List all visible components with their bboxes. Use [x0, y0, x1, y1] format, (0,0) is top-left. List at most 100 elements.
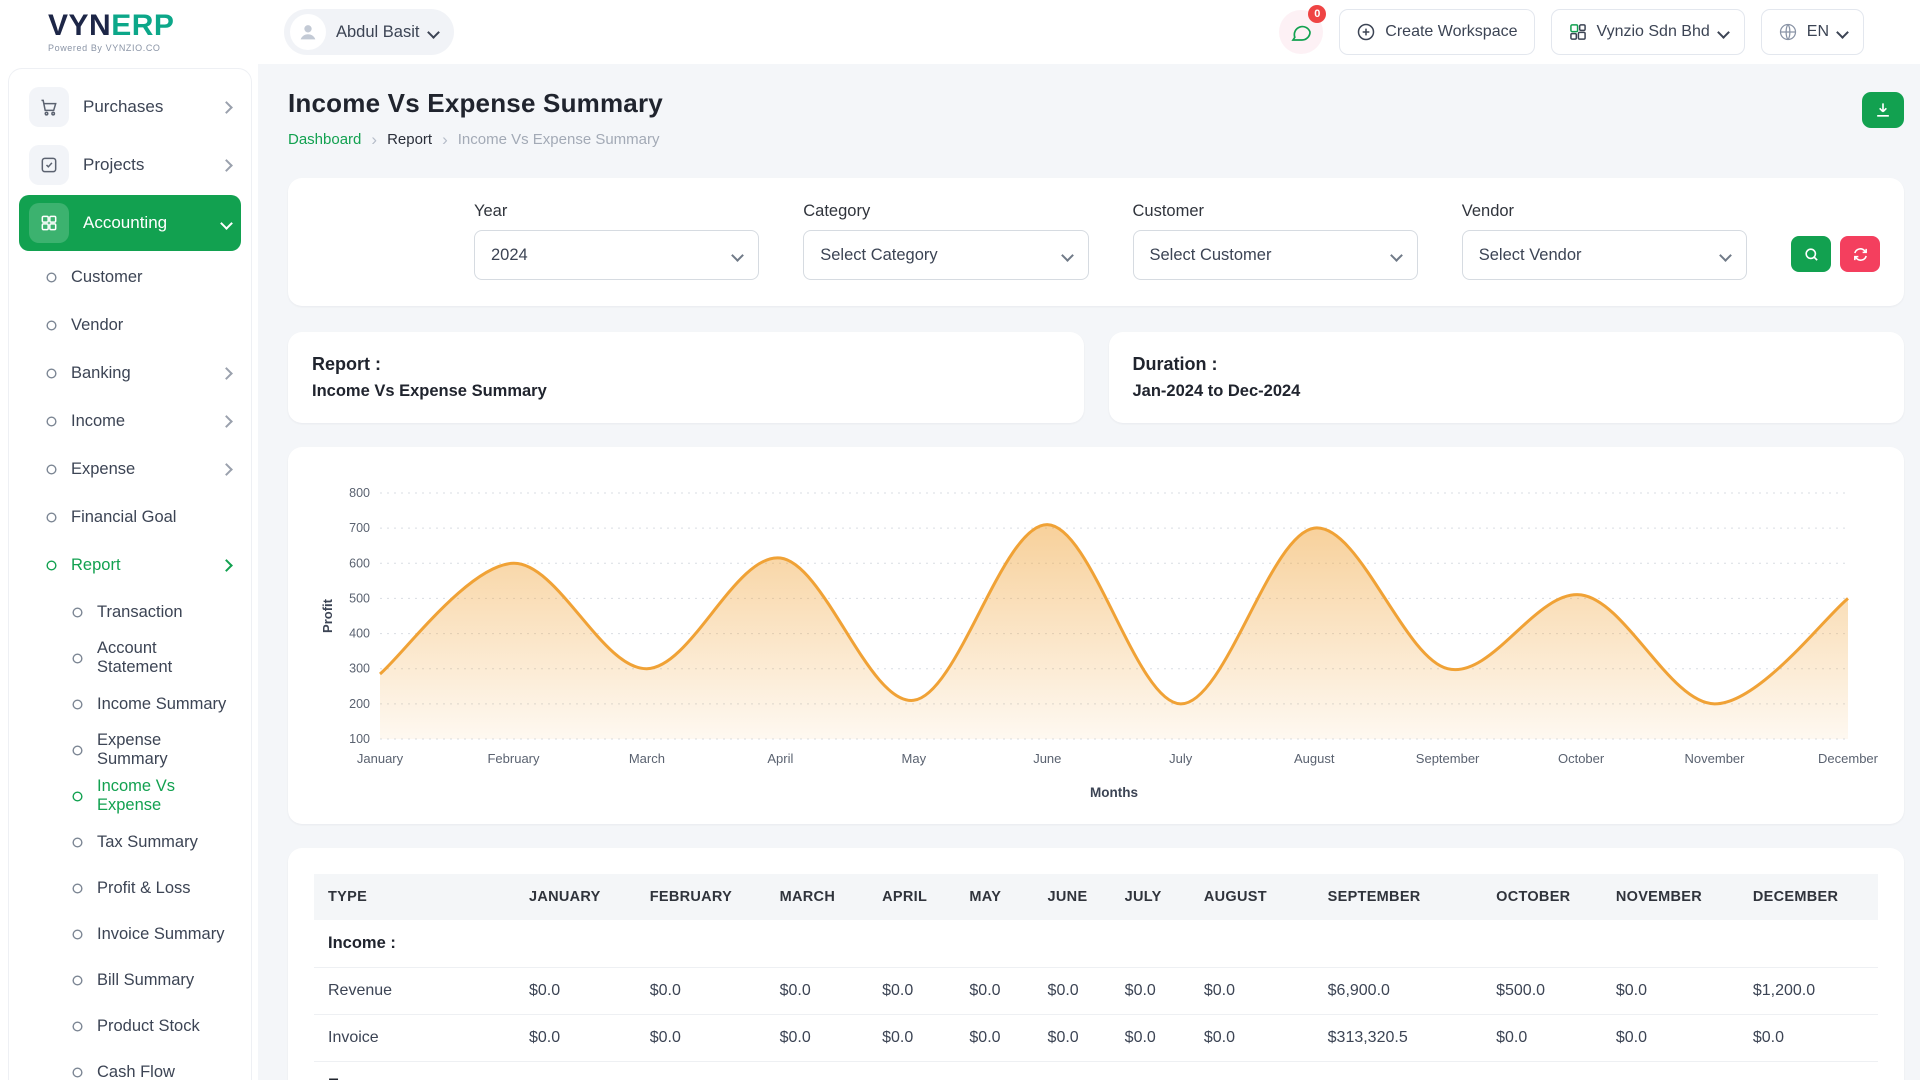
- svg-text:June: June: [1033, 751, 1061, 766]
- table-cell: $6,900.0: [1313, 967, 1483, 1015]
- circle-icon: [45, 511, 58, 524]
- brand-logo[interactable]: VYNERP Powered By VYNZIO.CO: [0, 11, 258, 54]
- circle-icon: [45, 367, 58, 380]
- sidebar-item-vendor[interactable]: Vendor: [15, 301, 245, 349]
- svg-text:April: April: [767, 751, 793, 766]
- svg-text:December: December: [1818, 751, 1878, 766]
- filter-year: Year 2024: [474, 202, 760, 280]
- workspace-grid-icon: [1569, 24, 1586, 40]
- table-header-row: TYPE JANUARY FEBRUARY MARCH APRIL MAY JUNE JULY…: [314, 874, 1878, 920]
- svg-text:700: 700: [349, 521, 370, 535]
- svg-text:July: July: [1169, 751, 1193, 766]
- duration-info-card: Duration : Jan-2024 to Dec-2024: [1108, 332, 1904, 423]
- customer-select[interactable]: Select Customer: [1132, 230, 1418, 280]
- create-workspace-button[interactable]: Create Workspace: [1339, 9, 1535, 55]
- svg-text:November: November: [1685, 751, 1746, 766]
- svg-text:400: 400: [349, 627, 370, 641]
- reset-button[interactable]: [1840, 236, 1880, 272]
- circle-icon: [71, 836, 84, 849]
- chevron-down-icon: [1719, 248, 1732, 262]
- sidebar-item-expense-summary[interactable]: Expense Summary: [15, 727, 245, 773]
- chat-button[interactable]: 0: [1279, 5, 1327, 54]
- breadcrumb-item[interactable]: Report: [387, 131, 432, 148]
- table-cell: $0.0: [765, 1014, 869, 1062]
- sidebar-item-income[interactable]: Income: [15, 397, 245, 445]
- sidebar-item-label: Income: [71, 411, 126, 430]
- search-button[interactable]: [1791, 236, 1831, 272]
- circle-icon: [71, 974, 84, 987]
- circle-icon: [71, 790, 84, 803]
- chart-ylabel: Profit: [320, 598, 335, 633]
- year-select[interactable]: 2024: [474, 230, 760, 280]
- sidebar-item-purchases[interactable]: Purchases: [19, 79, 241, 135]
- sidebar-item-label: Vendor: [71, 315, 124, 334]
- sidebar-item-cash-flow[interactable]: Cash Flow: [15, 1049, 245, 1080]
- svg-text:February: February: [487, 751, 540, 766]
- svg-text:600: 600: [349, 556, 370, 570]
- sidebar-item-label: Accounting: [83, 213, 168, 232]
- svg-text:500: 500: [349, 591, 370, 605]
- workspace-name: Vynzio Sdn Bhd: [1596, 23, 1710, 40]
- sidebar-item-report[interactable]: Report: [15, 541, 245, 589]
- category-select[interactable]: Select Category: [803, 230, 1089, 280]
- chevron-right-icon: [220, 558, 233, 572]
- language-selector[interactable]: EN: [1760, 9, 1864, 55]
- table-cell: $0.0: [1189, 1014, 1314, 1062]
- table-row: Invoice $0.0 $0.0 $0.0 $0.0 $0.0 $0.0 $0.0 $0.0 $…: [314, 1014, 1878, 1062]
- workspace-selector[interactable]: Vynzio Sdn Bhd: [1550, 9, 1745, 55]
- brand-name: VYNERP: [48, 11, 258, 41]
- circle-icon: [45, 271, 58, 284]
- table-cell: $1,200.0: [1738, 967, 1878, 1015]
- table-header-cell: APRIL: [882, 889, 928, 905]
- sidebar-item-expense[interactable]: Expense: [15, 445, 245, 493]
- filter-customer: Customer Select Customer: [1132, 202, 1418, 280]
- chevron-down-icon: [1060, 248, 1074, 262]
- download-button[interactable]: [1862, 92, 1904, 128]
- chat-icon: [1291, 25, 1312, 41]
- svg-text:200: 200: [349, 697, 370, 711]
- sidebar-item-label: Purchases: [83, 97, 164, 116]
- chevron-right-icon: [220, 462, 233, 476]
- table-cell: $0.0: [955, 1014, 1034, 1062]
- circle-icon: [71, 928, 84, 941]
- svg-text:August: August: [1294, 751, 1335, 766]
- user-name: Abdul Basit: [336, 22, 420, 41]
- vendor-select[interactable]: Select Vendor: [1461, 230, 1747, 280]
- sidebar-item-income-vs-expense[interactable]: Income Vs Expense: [15, 773, 245, 819]
- circle-icon: [71, 744, 84, 757]
- sidebar-item-label: Report: [71, 555, 121, 574]
- sidebar-item-income-summary[interactable]: Income Summary: [15, 681, 245, 727]
- svg-text:300: 300: [349, 662, 370, 676]
- sidebar-item-banking[interactable]: Banking: [15, 349, 245, 397]
- breadcrumb-item[interactable]: Dashboard: [288, 131, 361, 148]
- year-select-value: 2024: [491, 245, 528, 264]
- cart-icon: [29, 87, 69, 127]
- sidebar-item-financial-goal[interactable]: Financial Goal: [15, 493, 245, 541]
- sidebar-item-label: Account Statement: [97, 639, 173, 676]
- sidebar-item-product-stock[interactable]: Product Stock: [15, 1003, 245, 1049]
- sidebar-item-invoice-summary[interactable]: Invoice Summary: [15, 911, 245, 957]
- sidebar-item-account-statement[interactable]: Account Statement: [15, 635, 245, 681]
- sidebar-item-accounting[interactable]: Accounting: [19, 195, 241, 251]
- table-cell: $0.0: [868, 967, 956, 1015]
- table-cell: $0.0: [635, 967, 766, 1015]
- table-row: Revenue $0.0 $0.0 $0.0 $0.0 $0.0 $0.0 $0.0 $0.0 $…: [314, 967, 1878, 1015]
- table-header-cell: MARCH: [779, 889, 836, 905]
- table-cell: $0.0: [1110, 967, 1190, 1015]
- sidebar-item-projects[interactable]: Projects: [19, 137, 241, 193]
- vendor-select-value: Select Vendor: [1478, 245, 1582, 264]
- sidebar-item-tax-summary[interactable]: Tax Summary: [15, 819, 245, 865]
- sidebar-item-label: Transaction: [97, 602, 183, 621]
- svg-text:800: 800: [349, 486, 370, 500]
- sidebar-item-bill-summary[interactable]: Bill Summary: [15, 957, 245, 1003]
- svg-text:September: September: [1416, 751, 1480, 766]
- table-cell: $0.0: [514, 1014, 636, 1062]
- user-menu[interactable]: Abdul Basit: [284, 9, 455, 55]
- sidebar-item-customer[interactable]: Customer: [15, 253, 245, 301]
- chevron-right-icon: [220, 158, 233, 172]
- chevron-down-icon: [427, 25, 441, 39]
- sidebar-item-transaction[interactable]: Transaction: [15, 589, 245, 635]
- sidebar-item-profit-loss[interactable]: Profit & Loss: [15, 865, 245, 911]
- header-actions: 0 Create Workspace Vynzio Sdn Bhd EN: [1279, 5, 1920, 55]
- filter-vendor-label: Vendor: [1461, 202, 1515, 220]
